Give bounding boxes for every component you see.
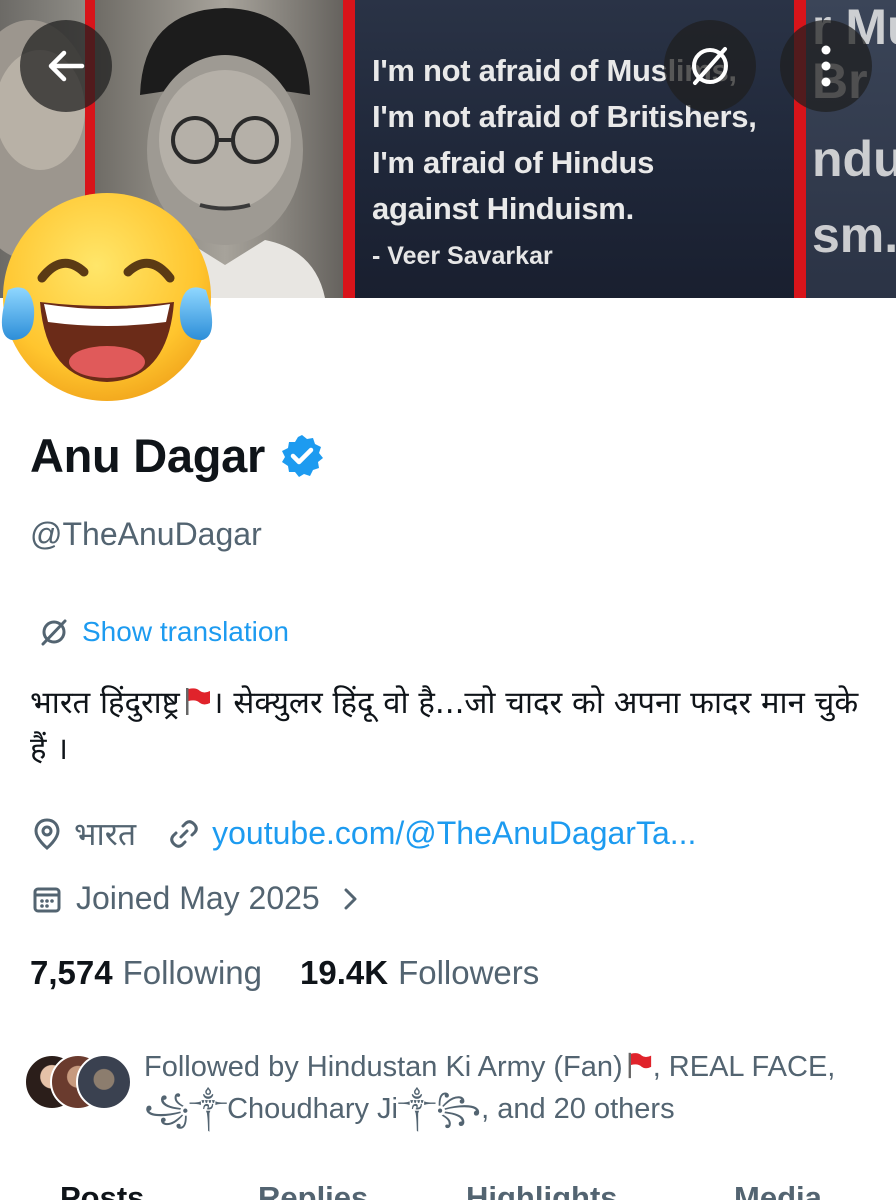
- red-flag-icon: [628, 1052, 651, 1079]
- followed-by-prefix: Followed by Hindustan Ki Army (Fan): [144, 1051, 623, 1083]
- followers-link[interactable]: 19.4K Followers: [300, 954, 539, 992]
- joined-date-row[interactable]: Joined May 2025: [32, 880, 362, 917]
- tab-highlights[interactable]: Highlights: [466, 1180, 618, 1200]
- profile-meta-row: भारत youtube.com/@TheAnuDagarTa...: [32, 812, 696, 855]
- tab-replies[interactable]: Replies: [258, 1180, 368, 1200]
- quote-line: I'm afraid of Hindus: [372, 145, 655, 180]
- follower-avatars: [24, 1054, 134, 1112]
- arrow-left-icon: [48, 50, 85, 82]
- tab-media[interactable]: Media: [734, 1180, 822, 1200]
- joined-date: Joined May 2025: [76, 880, 320, 916]
- red-flag-icon: [185, 688, 210, 715]
- back-button[interactable]: [20, 20, 112, 112]
- verified-badge-icon[interactable]: [279, 433, 325, 479]
- profile-handle: @TheAnuDagar: [30, 516, 262, 552]
- link-icon: [170, 819, 198, 848]
- show-translation-button[interactable]: Show translation: [38, 616, 289, 648]
- followers-label: Followers: [398, 954, 540, 991]
- following-label: Following: [122, 954, 262, 991]
- quote-line: against Hinduism.: [372, 191, 634, 226]
- show-translation-label: Show translation: [82, 616, 290, 647]
- more-options-button[interactable]: [780, 20, 872, 112]
- following-count: 7,574: [30, 954, 113, 991]
- more-vertical-icon: [821, 45, 831, 87]
- translate-banner-button[interactable]: [664, 20, 756, 112]
- profile-bio: भारत हिंदुराष्ट्र । सेक्युलर हिंदू वो है.…: [30, 680, 880, 772]
- display-name: Anu Dagar: [30, 429, 265, 482]
- profile-tabs: Posts Replies Highlights Media: [0, 1180, 896, 1200]
- profile-website-link[interactable]: youtube.com/@TheAnuDagarTa...: [212, 815, 696, 852]
- profile-name-row: Anu Dagar: [30, 428, 325, 483]
- calendar-icon: [33, 887, 61, 912]
- tab-posts[interactable]: Posts: [60, 1180, 144, 1200]
- edge-text: sm.: [812, 207, 896, 263]
- edge-text: ndu: [812, 131, 896, 187]
- followers-count: 19.4K: [300, 954, 389, 991]
- profile-location: भारत: [74, 816, 137, 852]
- translate-icon: [692, 47, 728, 85]
- quote-author: - Veer Savarkar: [372, 242, 553, 270]
- followed-by-suffix: , and 20 others: [481, 1093, 675, 1125]
- follow-stats: 7,574 Following 19.4K Followers: [30, 954, 539, 992]
- following-link[interactable]: 7,574 Following: [30, 954, 262, 992]
- translate-icon: [41, 619, 67, 646]
- banner-red-stripe: [343, 0, 355, 298]
- bio-text: भारत हिंदुराष्ट्र: [30, 685, 180, 721]
- avatar: [76, 1054, 132, 1110]
- location-pin-icon: [34, 817, 60, 850]
- followed-by-text: Followed by Hindustan Ki Army (Fan), REA…: [144, 1046, 844, 1130]
- avatar[interactable]: [0, 190, 214, 404]
- chevron-right-icon: [344, 888, 357, 909]
